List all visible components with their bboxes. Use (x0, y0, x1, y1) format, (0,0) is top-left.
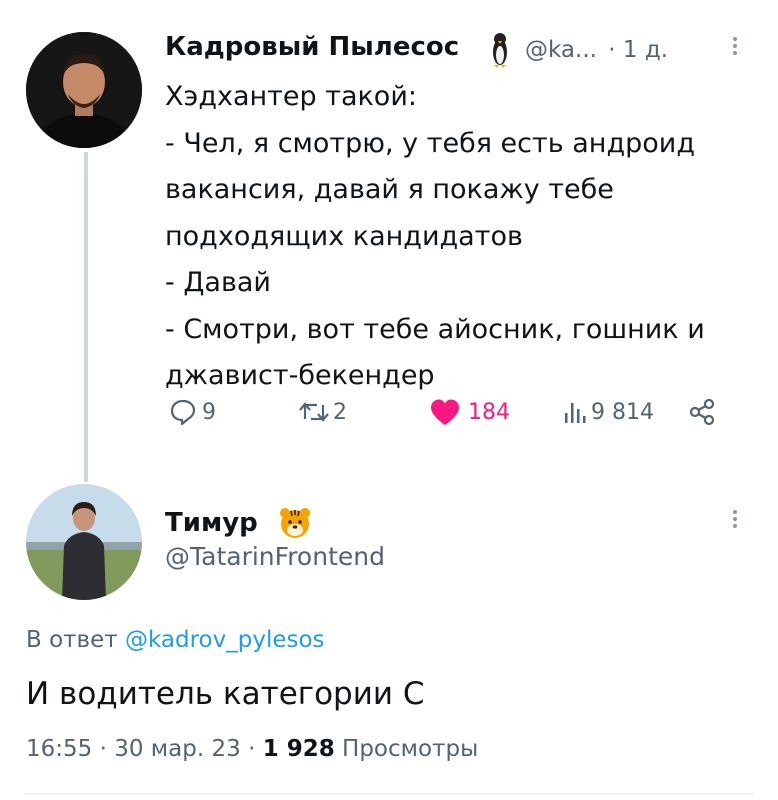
avatar-photo (26, 484, 142, 600)
tweet-line: - Смотри, вот тебе айосник, гошник и (165, 313, 705, 345)
reply-views-count: 1 928 (262, 736, 335, 762)
tweet-time[interactable]: 1 д. (623, 37, 668, 63)
reply-views-label: Просмотры (342, 736, 479, 762)
tiger-icon (277, 505, 313, 541)
tweet-line: - Чел, я смотрю, у тебя есть андроид (165, 127, 695, 159)
reply-meta: 16:55 · 30 мар. 23 · 1 928 Просмотры (26, 736, 478, 762)
more-options-icon[interactable] (733, 34, 737, 58)
tweet-text: Хэдхантер такой: - Чел, я смотрю, у тебя… (165, 74, 705, 400)
avatar[interactable] (26, 484, 142, 600)
reply-author-name[interactable]: Тимур (165, 508, 258, 538)
divider (24, 793, 754, 795)
reply-text: И водитель категории С (26, 676, 425, 712)
tweet-line: подходящих кандидатов (165, 220, 523, 252)
meta-separator: · (248, 736, 256, 762)
heart-icon (428, 397, 462, 427)
views-icon (563, 397, 587, 427)
penguin-icon (490, 30, 510, 70)
more-options-icon[interactable] (733, 507, 737, 531)
retweet-count: 2 (333, 399, 347, 425)
retweet-icon (297, 397, 331, 427)
meta-separator: · (99, 736, 107, 762)
reply-date[interactable]: 30 мар. 23 (114, 736, 241, 762)
reply-time[interactable]: 16:55 (26, 736, 92, 762)
share-button[interactable] (688, 395, 716, 429)
thread-line (84, 152, 88, 482)
avatar-photo (26, 32, 142, 148)
avatar[interactable] (26, 32, 142, 148)
tweet-line: - Давай (165, 267, 271, 298)
author-handle[interactable]: @ka... (525, 37, 597, 63)
tweet-line: вакансия, давай я покажу тебе (165, 174, 614, 205)
meta-separator: · (608, 37, 616, 63)
author-name[interactable]: Кадровый Пылесос (165, 32, 459, 62)
tweet-line: джавист-бекендер (165, 360, 435, 391)
reply-icon (168, 397, 198, 427)
views-button[interactable]: 9 814 (563, 395, 654, 429)
in-reply-to: В ответ @kadrov_pylesos (26, 627, 325, 653)
in-reply-prefix: В ответ (26, 627, 118, 653)
retweet-button[interactable]: 2 (297, 395, 347, 429)
in-reply-handle-link[interactable]: @kadrov_pylesos (125, 627, 325, 653)
reply-button[interactable]: 9 (168, 395, 216, 429)
like-button[interactable]: 184 (428, 395, 510, 429)
share-icon (688, 398, 716, 426)
tweet-line: Хэдхантер такой: (165, 81, 417, 112)
views-count: 9 814 (591, 399, 654, 425)
like-count: 184 (468, 399, 510, 425)
reply-count: 9 (202, 399, 216, 425)
reply-author-handle[interactable]: @TatarinFrontend (165, 542, 385, 571)
